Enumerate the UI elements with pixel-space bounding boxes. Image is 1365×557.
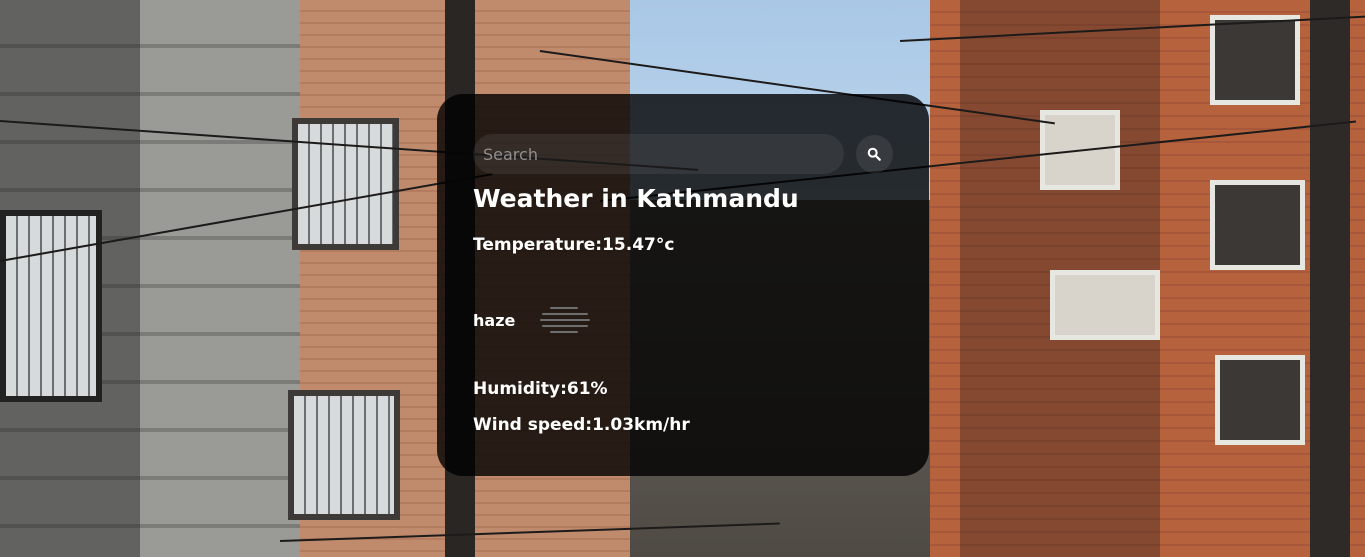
search-button[interactable] <box>855 135 893 173</box>
balcony <box>1050 270 1160 340</box>
search-bar <box>473 134 893 174</box>
window <box>288 390 400 520</box>
weather-condition: haze <box>473 300 893 340</box>
wind-speed-value: Wind speed:1.03km/hr <box>473 415 690 435</box>
search-input[interactable] <box>473 134 844 174</box>
weather-description: haze <box>473 310 516 330</box>
window <box>1215 355 1305 445</box>
haze-icon <box>540 307 591 333</box>
window <box>1210 180 1305 270</box>
city-heading: Weather in Kathmandu <box>473 184 799 213</box>
weather-card: Weather in Kathmandu Temperature:15.47°c… <box>437 94 929 476</box>
window <box>0 210 102 402</box>
temperature-value: Temperature:15.47°c <box>473 235 675 255</box>
window <box>1210 15 1300 105</box>
search-icon <box>868 147 882 161</box>
utility-pole <box>1310 0 1350 557</box>
humidity-value: Humidity:61% <box>473 379 608 399</box>
window <box>292 118 399 250</box>
